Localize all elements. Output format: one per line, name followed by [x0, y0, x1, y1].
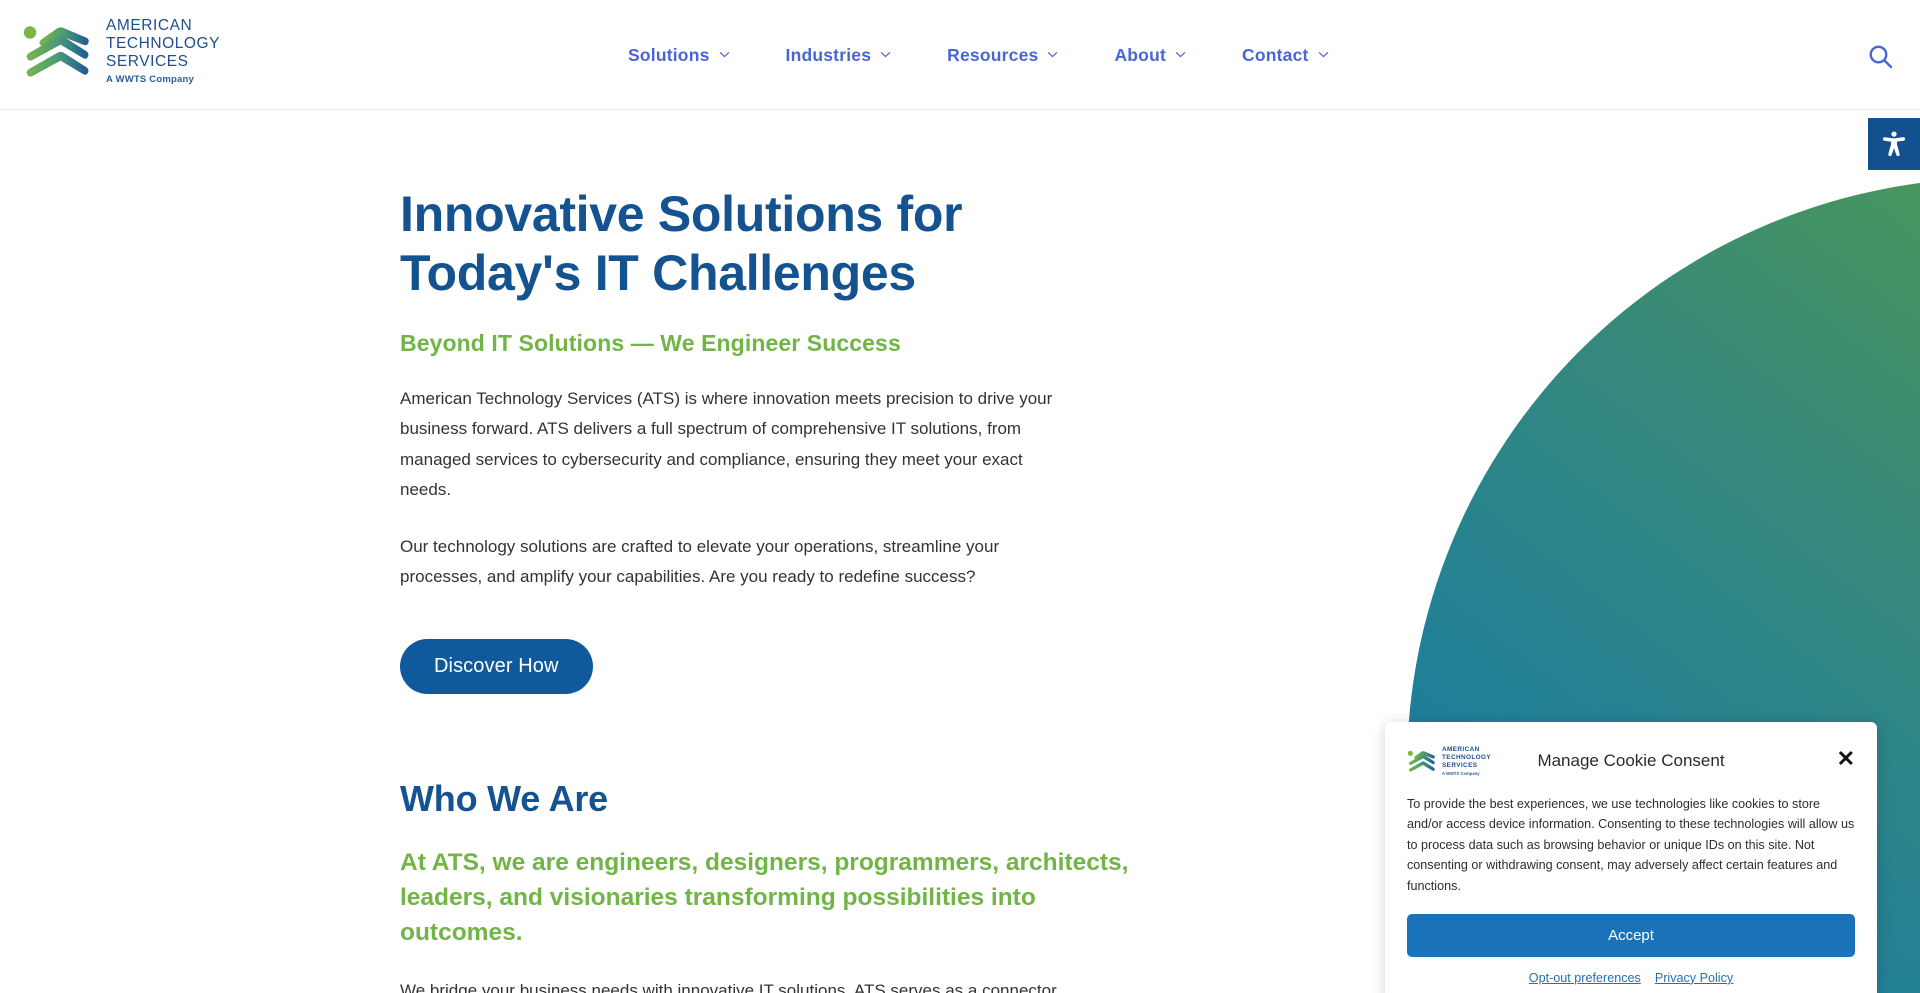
who-we-are-section: Who We Are At ATS, we are engineers, des… — [400, 778, 1160, 993]
logo-wordmark: AMERICAN TECHNOLOGY SERVICES A WWTS Comp… — [106, 17, 220, 85]
cookie-consent-logo: AMERICAN TECHNOLOGY SERVICES A WWTS Comp… — [1407, 746, 1491, 776]
page-root: AMERICAN TECHNOLOGY SERVICES A WWTS Comp… — [0, 0, 1920, 993]
page-title: Innovative Solutions for Today's IT Chal… — [400, 185, 1100, 303]
privacy-policy-link[interactable]: Privacy Policy — [1655, 971, 1733, 985]
logo-tagline: A WWTS Company — [106, 74, 194, 86]
hero-section: Innovative Solutions for Today's IT Chal… — [400, 185, 1100, 694]
who-we-are-title: Who We Are — [400, 778, 609, 819]
hero-title-line-2: Today's IT Challenges — [400, 245, 916, 301]
logo-line-1: AMERICAN — [106, 17, 193, 34]
chevron-down-icon — [1318, 49, 1329, 60]
cookie-consent-header: AMERICAN TECHNOLOGY SERVICES A WWTS Comp… — [1407, 740, 1855, 782]
nav-label-contact: Contact — [1242, 44, 1309, 65]
logo-line-3: SERVICES — [106, 53, 189, 71]
nav-item-about[interactable]: About — [1086, 0, 1214, 110]
discover-how-button[interactable]: Discover How — [400, 638, 593, 694]
nav-item-industries[interactable]: Industries — [758, 0, 920, 110]
nav-label-industries: Industries — [785, 44, 872, 65]
cookie-consent-body: To provide the best experiences, we use … — [1407, 797, 1855, 893]
nav-item-contact[interactable]: Contact — [1214, 0, 1357, 110]
search-icon[interactable] — [1866, 42, 1896, 72]
close-icon[interactable]: ✕ — [1837, 748, 1855, 770]
main-navigation: Solutions Industries Resources About Con… — [600, 0, 1357, 110]
site-logo[interactable]: AMERICAN TECHNOLOGY SERVICES A WWTS Comp… — [22, 17, 220, 85]
cookie-logo-line-3: SERVICES — [1442, 761, 1478, 769]
site-header: AMERICAN TECHNOLOGY SERVICES A WWTS Comp… — [0, 0, 1920, 110]
chevron-down-icon — [1047, 49, 1058, 60]
logo-line-2: TECHNOLOGY — [106, 35, 221, 53]
hero-subtitle: Beyond IT Solutions — We Engineer Succes… — [400, 330, 901, 356]
cookie-logo-tagline: A WWTS Company — [1442, 770, 1480, 776]
logo-mark-icon — [1407, 749, 1437, 773]
nav-item-resources[interactable]: Resources — [919, 0, 1086, 110]
chevron-down-icon — [880, 49, 891, 60]
nav-label-solutions: Solutions — [628, 44, 710, 65]
cookie-accept-button[interactable]: Accept — [1407, 913, 1855, 957]
who-we-are-subtitle: At ATS, we are engineers, designers, pro… — [400, 849, 1129, 946]
who-we-are-paragraph: We bridge your business needs with innov… — [400, 981, 1057, 993]
opt-out-preferences-link[interactable]: Opt-out preferences — [1529, 971, 1641, 985]
cookie-logo-line-1: AMERICAN — [1442, 746, 1480, 754]
accessibility-person-icon[interactable] — [1868, 118, 1920, 170]
nav-item-solutions[interactable]: Solutions — [600, 0, 758, 110]
cookie-logo-line-2: TECHNOLOGY — [1442, 754, 1492, 762]
chevron-down-icon — [719, 49, 730, 60]
chevron-down-icon — [1175, 49, 1186, 60]
cookie-consent-dialog: AMERICAN TECHNOLOGY SERVICES A WWTS Comp… — [1385, 722, 1877, 993]
logo-mark-icon — [22, 23, 94, 79]
hero-paragraph-2: Our technology solutions are crafted to … — [400, 537, 1000, 587]
nav-label-about: About — [1114, 44, 1166, 65]
cookie-consent-links: Opt-out preferences Privacy Policy — [1407, 971, 1855, 985]
cookie-consent-logo-wordmark: AMERICAN TECHNOLOGY SERVICES A WWTS Comp… — [1442, 746, 1491, 775]
hero-title-line-1: Innovative Solutions for — [400, 186, 963, 242]
nav-label-resources: Resources — [947, 44, 1039, 65]
hero-paragraph-1: American Technology Services (ATS) is wh… — [400, 389, 1053, 499]
